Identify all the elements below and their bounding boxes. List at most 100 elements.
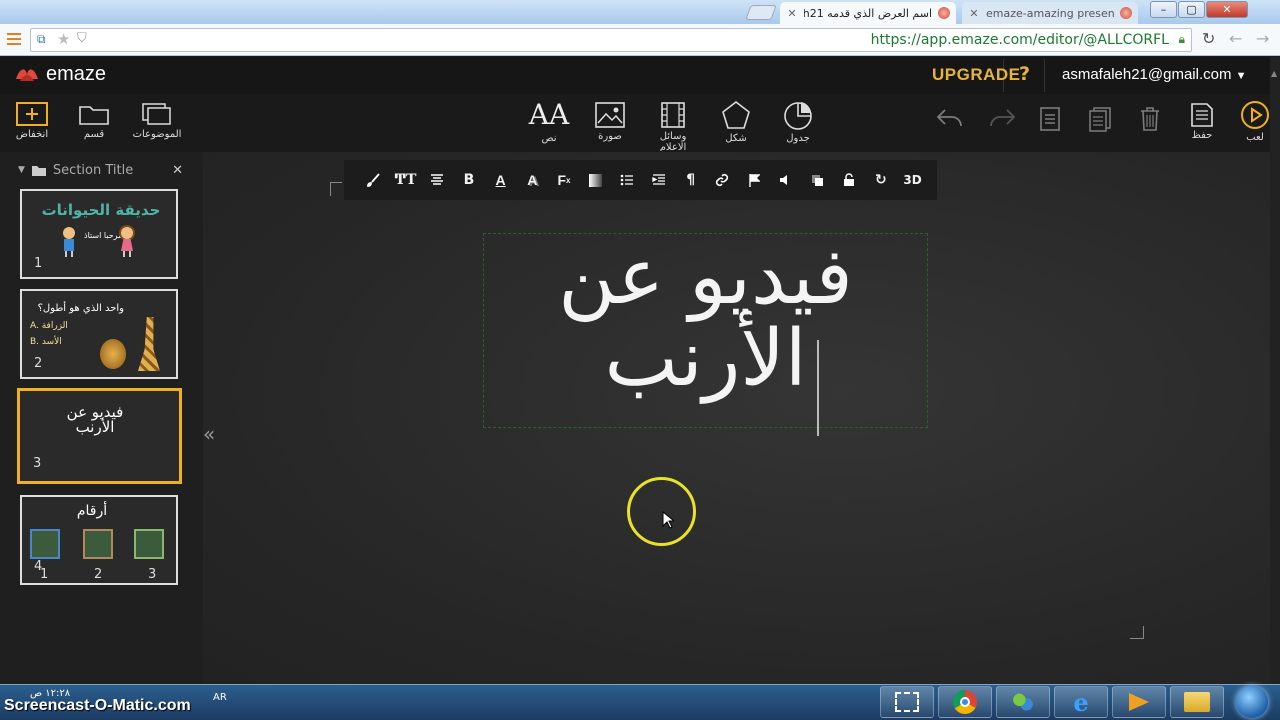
section-button[interactable]: قسم xyxy=(74,101,114,140)
layer-icon[interactable] xyxy=(802,165,834,195)
slide-thumbnail-1[interactable]: حديقة الحيوانات مرحبا استاذ 1 xyxy=(20,189,178,279)
text-button[interactable]: AA نص xyxy=(528,99,570,145)
shape-button[interactable]: شكل xyxy=(716,99,756,144)
menu-icon[interactable] xyxy=(7,33,21,45)
bold-icon[interactable]: B xyxy=(453,165,485,195)
new-tab-button[interactable] xyxy=(745,5,777,20)
taskbar-internet-explorer[interactable]: e xyxy=(1054,686,1108,718)
lock-icon[interactable] xyxy=(833,165,865,195)
emaze-logo[interactable]: emaze xyxy=(14,63,106,86)
site-icon: ⧉ xyxy=(37,32,46,46)
windows-start-icon[interactable] xyxy=(1236,686,1268,718)
close-section-icon[interactable]: ✕ xyxy=(172,163,183,178)
url-field[interactable]: ⧉ ★ ⛉ https://app.emaze.com/editor/@ALLC… xyxy=(30,28,1192,52)
themes-button[interactable]: الموضوعات xyxy=(128,101,186,140)
star-icon[interactable]: ★ xyxy=(57,30,70,48)
indent-icon[interactable] xyxy=(643,165,675,195)
slide-thumbnail-4[interactable]: أرقام 1 2 3 4 xyxy=(20,495,178,585)
pie-chart-icon xyxy=(784,102,812,130)
reload-icon[interactable]: ↻ xyxy=(1202,29,1215,48)
close-tab-icon[interactable]: ✕ xyxy=(786,7,798,20)
collapse-panel-icon[interactable]: « xyxy=(203,422,215,446)
minimize-button[interactable]: – xyxy=(1150,1,1177,18)
notes-button[interactable] xyxy=(1036,106,1064,132)
back-icon[interactable]: ← xyxy=(1229,29,1242,48)
font-color-icon[interactable]: A xyxy=(485,165,517,195)
slide-text-line-2: الأرنب xyxy=(604,314,807,404)
add-slide-button[interactable]: انخفاض xyxy=(12,101,52,140)
help-button[interactable]: ? xyxy=(1019,63,1030,85)
screencast-watermark: Screencast-O-Matic.com xyxy=(4,697,191,714)
duplicate-button[interactable] xyxy=(1086,106,1114,132)
undo-button[interactable] xyxy=(934,106,966,130)
slide-thumbnail-3-selected[interactable]: فيديو عن الأرنب 3 xyxy=(17,388,182,484)
save-button[interactable]: حفظ xyxy=(1186,102,1218,141)
canvas-corner-mark xyxy=(330,182,342,196)
folder-icon xyxy=(1184,692,1210,712)
close-tab-icon[interactable]: ✕ xyxy=(968,7,980,20)
redo-button[interactable] xyxy=(986,106,1018,130)
taskbar-media-player[interactable] xyxy=(1112,686,1166,718)
taskbar-snipping-tool[interactable] xyxy=(880,686,934,718)
slide-subtitle: مرحبا استاذ xyxy=(84,231,123,240)
text-shadow-icon[interactable]: A xyxy=(516,165,548,195)
align-center-icon[interactable] xyxy=(421,165,453,195)
image-button[interactable]: صورة xyxy=(590,101,630,142)
font-size-icon[interactable]: ͲT xyxy=(390,165,422,195)
app-header: emaze UPGRADE ? asmafaleh21@gmail.com ▼ xyxy=(0,57,1280,94)
undo-icon xyxy=(936,109,962,127)
section-title[interactable]: Section Title xyxy=(53,163,166,178)
bullet-list-icon[interactable] xyxy=(612,165,644,195)
number-card-icon xyxy=(83,529,113,559)
save-label: حفظ xyxy=(1191,130,1213,141)
option-b: B. الأسد xyxy=(30,337,62,347)
save-icon xyxy=(1191,103,1213,127)
slide-text[interactable]: فيديو عن الأرنب xyxy=(483,236,928,400)
close-window-button[interactable]: ✕ xyxy=(1206,1,1248,18)
browser-tab-bar: ✕ اسم العرض الذي قدمه afaleh21 ✕ emaze-a… xyxy=(0,0,1280,24)
language-indicator[interactable]: AR xyxy=(213,692,227,703)
play-label: لعب xyxy=(1246,132,1264,143)
play-button[interactable]: لعب xyxy=(1238,100,1272,143)
taskbar-file-explorer[interactable] xyxy=(1170,686,1224,718)
restore-button[interactable]: ▢ xyxy=(1178,1,1205,18)
rotate-icon[interactable]: ↻ xyxy=(865,165,897,195)
forward-icon[interactable]: → xyxy=(1256,29,1269,48)
scroll-up-icon[interactable]: ▲ xyxy=(1271,69,1279,85)
clear-format-icon[interactable]: Fx xyxy=(548,165,580,195)
option-a: A. الزرافة xyxy=(30,321,68,331)
delete-button[interactable] xyxy=(1136,106,1164,132)
shape-label: شكل xyxy=(725,133,747,144)
slide-title: أرقام xyxy=(76,503,108,519)
3d-icon[interactable]: 3D xyxy=(897,165,929,195)
taskbar-messenger[interactable] xyxy=(996,686,1050,718)
caret-down-icon[interactable]: ▼ xyxy=(18,165,25,175)
slide-text-line-1: فيديو عن xyxy=(558,232,853,322)
tab-title: اسم العرض الذي قدمه afaleh21 xyxy=(804,6,932,20)
number-card-icon xyxy=(134,529,164,559)
section-header[interactable]: ▼ Section Title ✕ xyxy=(18,161,183,179)
tab-active[interactable]: ✕ اسم العرض الذي قدمه afaleh21 xyxy=(780,2,956,24)
slide-thumbnail-2[interactable]: واحد الذي هو أطول؟ A. الزرافة B. الأسد 2 xyxy=(20,289,178,379)
snip-icon xyxy=(895,692,919,712)
slide-number: 4 xyxy=(34,559,43,574)
gradient-icon[interactable] xyxy=(580,165,612,195)
media-button[interactable]: وسائل الاعلام xyxy=(650,101,696,151)
link-icon[interactable] xyxy=(707,165,739,195)
page-scrollbar[interactable]: ▲ xyxy=(1270,57,1280,684)
media-player-icon xyxy=(1129,693,1149,711)
address-bar-row: ⧉ ★ ⛉ https://app.emaze.com/editor/@ALLC… xyxy=(0,24,1280,56)
tab-title: emaze-amazing presenta xyxy=(986,6,1114,20)
account-menu[interactable]: asmafaleh21@gmail.com ▼ xyxy=(1062,66,1247,83)
upgrade-button[interactable]: UPGRADE xyxy=(932,65,1021,85)
audio-icon[interactable] xyxy=(770,165,802,195)
chart-button[interactable]: جدول xyxy=(778,99,818,144)
paragraph-icon[interactable]: ¶ xyxy=(675,165,707,195)
emaze-favicon-icon xyxy=(1120,7,1132,19)
brush-icon[interactable] xyxy=(358,165,390,195)
ie-icon: e xyxy=(1073,687,1089,717)
media-icon xyxy=(661,102,685,128)
tab-inactive[interactable]: ✕ emaze-amazing presenta xyxy=(962,2,1138,24)
flag-icon[interactable] xyxy=(738,165,770,195)
taskbar-chrome[interactable] xyxy=(938,686,992,718)
